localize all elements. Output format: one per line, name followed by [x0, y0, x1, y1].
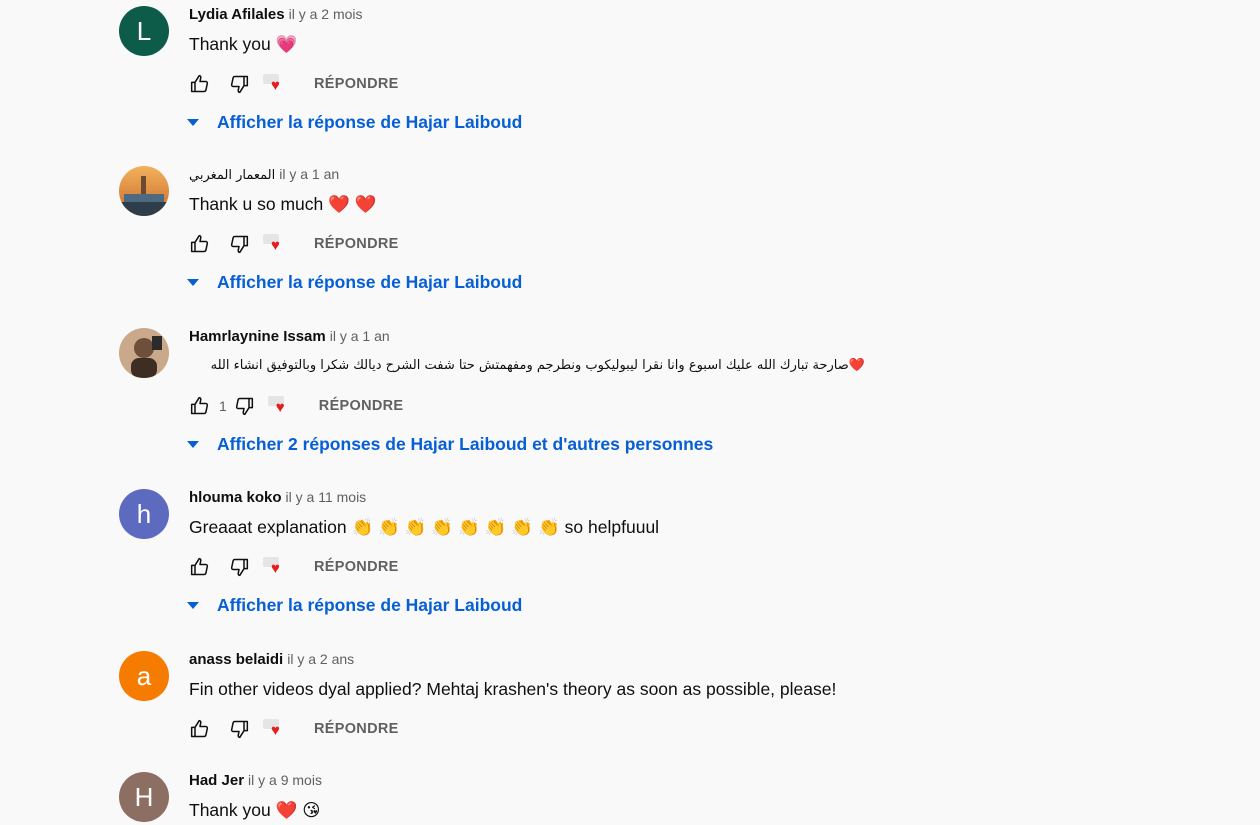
thumbs-up-icon: [190, 396, 210, 416]
thumbs-down-icon: [234, 396, 254, 416]
view-replies-button[interactable]: Afficher la réponse de Hajar Laiboud: [186, 593, 522, 617]
creator-heart-icon: ♥: [263, 717, 289, 741]
comments-section: L Lydia Afilales il y a 2 mois Thank you …: [0, 0, 1260, 825]
reply-button[interactable]: RÉPONDRE: [314, 76, 399, 92]
comment-actions: ♥ RÉPONDRE: [189, 717, 399, 741]
dislike-button[interactable]: [228, 73, 250, 95]
comment-text: Thank you ❤️ 😘: [189, 800, 321, 820]
like-button[interactable]: [189, 718, 211, 740]
comment-text: Fin other videos dyal applied? Mehtaj kr…: [189, 679, 837, 699]
avatar[interactable]: H: [119, 772, 169, 822]
reply-button[interactable]: RÉPONDRE: [314, 559, 399, 575]
reply-button[interactable]: RÉPONDRE: [319, 398, 404, 414]
comment-header: hlouma koko il y a 11 mois: [189, 489, 366, 509]
avatar[interactable]: L: [119, 6, 169, 56]
dislike-button[interactable]: [228, 233, 250, 255]
comment-text: Thank you 💗: [189, 34, 298, 54]
author-name[interactable]: Had Jer: [189, 772, 244, 789]
view-replies-button[interactable]: Afficher 2 réponses de Hajar Laiboud et …: [186, 432, 713, 456]
comment-time[interactable]: il y a 9 mois: [248, 772, 322, 788]
thumbs-up-icon: [190, 74, 210, 94]
author-name[interactable]: anass belaidi: [189, 651, 283, 668]
thumbs-down-icon: [229, 557, 249, 577]
thumbs-up-icon: [190, 719, 210, 739]
author-name[interactable]: hlouma koko: [189, 489, 282, 506]
comment-text: ❤️صارحة تبارك الله عليك اسبوع وانا نقرا …: [210, 358, 865, 373]
dislike-button[interactable]: [228, 556, 250, 578]
comment-time[interactable]: il y a 11 mois: [286, 489, 367, 505]
comment-header: Hamrlaynine Issam il y a 1 an: [189, 328, 390, 348]
dislike-button[interactable]: [233, 395, 255, 417]
thumbs-down-icon: [229, 719, 249, 739]
author-name[interactable]: المعمار المغربي: [189, 168, 275, 183]
creator-heart-icon: ♥: [263, 555, 289, 579]
thumbs-down-icon: [229, 234, 249, 254]
caret-down-icon: [187, 118, 199, 126]
avatar[interactable]: h: [119, 489, 169, 539]
comment-actions: ♥ RÉPONDRE: [189, 232, 399, 256]
comment-actions: ♥ RÉPONDRE: [189, 555, 399, 579]
comment-text: Greaaat explanation 👏 👏 👏 👏 👏 👏 👏 👏 so h…: [189, 517, 660, 537]
comment-actions: ♥ RÉPONDRE: [189, 72, 399, 96]
comment-header: المعمار المغربي il y a 1 an: [189, 166, 339, 186]
view-replies-label: Afficher la réponse de Hajar Laiboud: [217, 111, 523, 132]
caret-down-icon: [187, 278, 199, 286]
view-replies-label: Afficher 2 réponses de Hajar Laiboud et …: [217, 433, 714, 454]
like-button[interactable]: [189, 233, 211, 255]
comment-header: anass belaidi il y a 2 ans: [189, 651, 354, 671]
reply-button[interactable]: RÉPONDRE: [314, 236, 399, 252]
view-replies-button[interactable]: Afficher la réponse de Hajar Laiboud: [186, 110, 522, 134]
author-name[interactable]: Lydia Afilales: [189, 6, 285, 23]
thumbs-up-icon: [190, 234, 210, 254]
comment-header: Lydia Afilales il y a 2 mois: [189, 6, 363, 26]
comment-time[interactable]: il y a 2 mois: [289, 6, 363, 22]
dislike-button[interactable]: [228, 718, 250, 740]
author-name[interactable]: Hamrlaynine Issam: [189, 328, 326, 345]
caret-down-icon: [187, 601, 199, 609]
like-button[interactable]: [189, 556, 211, 578]
like-button[interactable]: [189, 73, 211, 95]
avatar[interactable]: [119, 166, 169, 216]
view-replies-label: Afficher la réponse de Hajar Laiboud: [217, 271, 523, 292]
thumbs-down-icon: [229, 74, 249, 94]
thumbs-up-icon: [190, 557, 210, 577]
comment-text: Thank u so much ❤️ ❤️: [189, 194, 377, 214]
comment-time[interactable]: il y a 1 an: [330, 328, 390, 344]
comment-header: Had Jer il y a 9 mois: [189, 772, 322, 792]
view-replies-label: Afficher la réponse de Hajar Laiboud: [217, 594, 523, 615]
view-replies-button[interactable]: Afficher la réponse de Hajar Laiboud: [186, 270, 522, 294]
comment-time[interactable]: il y a 2 ans: [287, 651, 354, 667]
avatar[interactable]: [119, 328, 169, 378]
caret-down-icon: [187, 440, 199, 448]
reply-button[interactable]: RÉPONDRE: [314, 721, 399, 737]
avatar[interactable]: a: [119, 651, 169, 701]
like-count: 1: [219, 398, 227, 414]
creator-heart-icon: ♥: [263, 72, 289, 96]
comment-time[interactable]: il y a 1 an: [279, 166, 339, 182]
creator-heart-icon: ♥: [263, 232, 289, 256]
creator-heart-icon: ♥: [267, 394, 294, 418]
comment-actions: 1 ♥ RÉPONDRE: [189, 394, 403, 418]
like-button[interactable]: [189, 395, 211, 417]
